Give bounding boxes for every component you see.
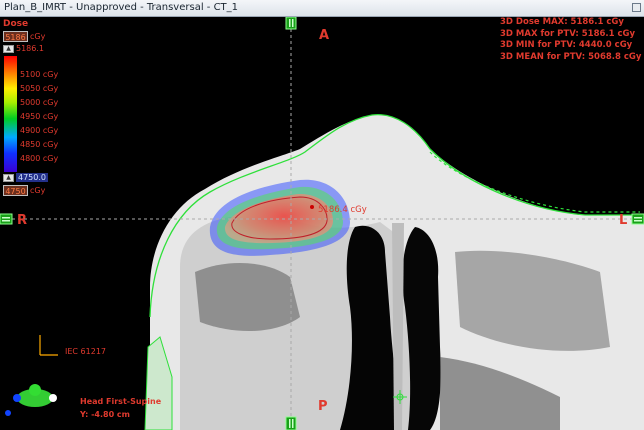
dose-max-field[interactable]: 5186 (3, 31, 28, 42)
slice-y-coordinate: Y: -4.80 cm (80, 410, 131, 419)
dose-min-field[interactable]: 4750 (3, 185, 28, 196)
dose-level-label: 5050 cGy (20, 84, 59, 93)
dose-level-label: 4950 cGy (20, 112, 59, 121)
dose-statistics: 3D Dose MAX: 5186.1 cGy 3D MAX for PTV: … (500, 17, 641, 63)
dose-max-unit: cGy (30, 32, 46, 41)
crosshair-handle-icon (285, 416, 297, 430)
spin-up-icon[interactable]: ▲ (3, 45, 14, 53)
dose-min-unit: cGy (30, 186, 46, 195)
dose-point-label: 5186.4 cGy (318, 205, 367, 215)
orientation-left: L (619, 213, 628, 228)
iec-label: IEC 61217 (65, 347, 106, 356)
close-icon[interactable] (632, 3, 641, 12)
window-title: Plan_B_IMRT - Unapproved - Transversal -… (4, 2, 239, 13)
dose-legend-title: Dose (3, 19, 29, 29)
orientation-anterior: A (319, 28, 330, 43)
ct-slice-image (0, 17, 644, 430)
dose-level-label: 4900 cGy (20, 126, 59, 135)
dose-level-label: 4800 cGy (20, 154, 59, 163)
patient-orientation-icon (5, 384, 57, 416)
crosshair-handle-icon (285, 17, 297, 30)
stat-dose-max: 3D Dose MAX: 5186.1 cGy (500, 17, 624, 27)
spin-up-icon[interactable]: ▲ (3, 174, 14, 182)
stat-ptv-min: 3D MIN for PTV: 4440.0 cGy (500, 40, 633, 50)
orientation-right: R (17, 213, 28, 228)
treatment-planning-window: Plan_B_IMRT - Unapproved - Transversal -… (0, 0, 644, 430)
dose-color-bar (4, 56, 17, 172)
dose-level-label: 5100 cGy (20, 70, 59, 79)
dose-level-label: 4850 cGy (20, 140, 59, 149)
transversal-ct-viewport[interactable]: Dose 5186 cGy ▲ 5186.1 5100 cGy 5050 cGy… (0, 17, 644, 430)
patient-position: Head First-Supine (80, 397, 162, 406)
iec-axis-icon (39, 335, 58, 356)
dose-point-marker (310, 205, 314, 209)
crosshair-handle-icon (0, 213, 13, 225)
dose-min-spin-value[interactable]: 4750.0 (16, 173, 48, 182)
dose-max-spin-value[interactable]: 5186.1 (16, 44, 44, 53)
dose-level-label: 5000 cGy (20, 98, 59, 107)
title-bar: Plan_B_IMRT - Unapproved - Transversal -… (0, 0, 644, 17)
stat-ptv-max: 3D MAX for PTV: 5186.1 cGy (500, 28, 636, 39)
crosshair-handle-icon (631, 213, 644, 225)
stat-ptv-mean: 3D MEAN for PTV: 5068.8 cGy (500, 51, 642, 62)
orientation-posterior: P (318, 399, 328, 414)
